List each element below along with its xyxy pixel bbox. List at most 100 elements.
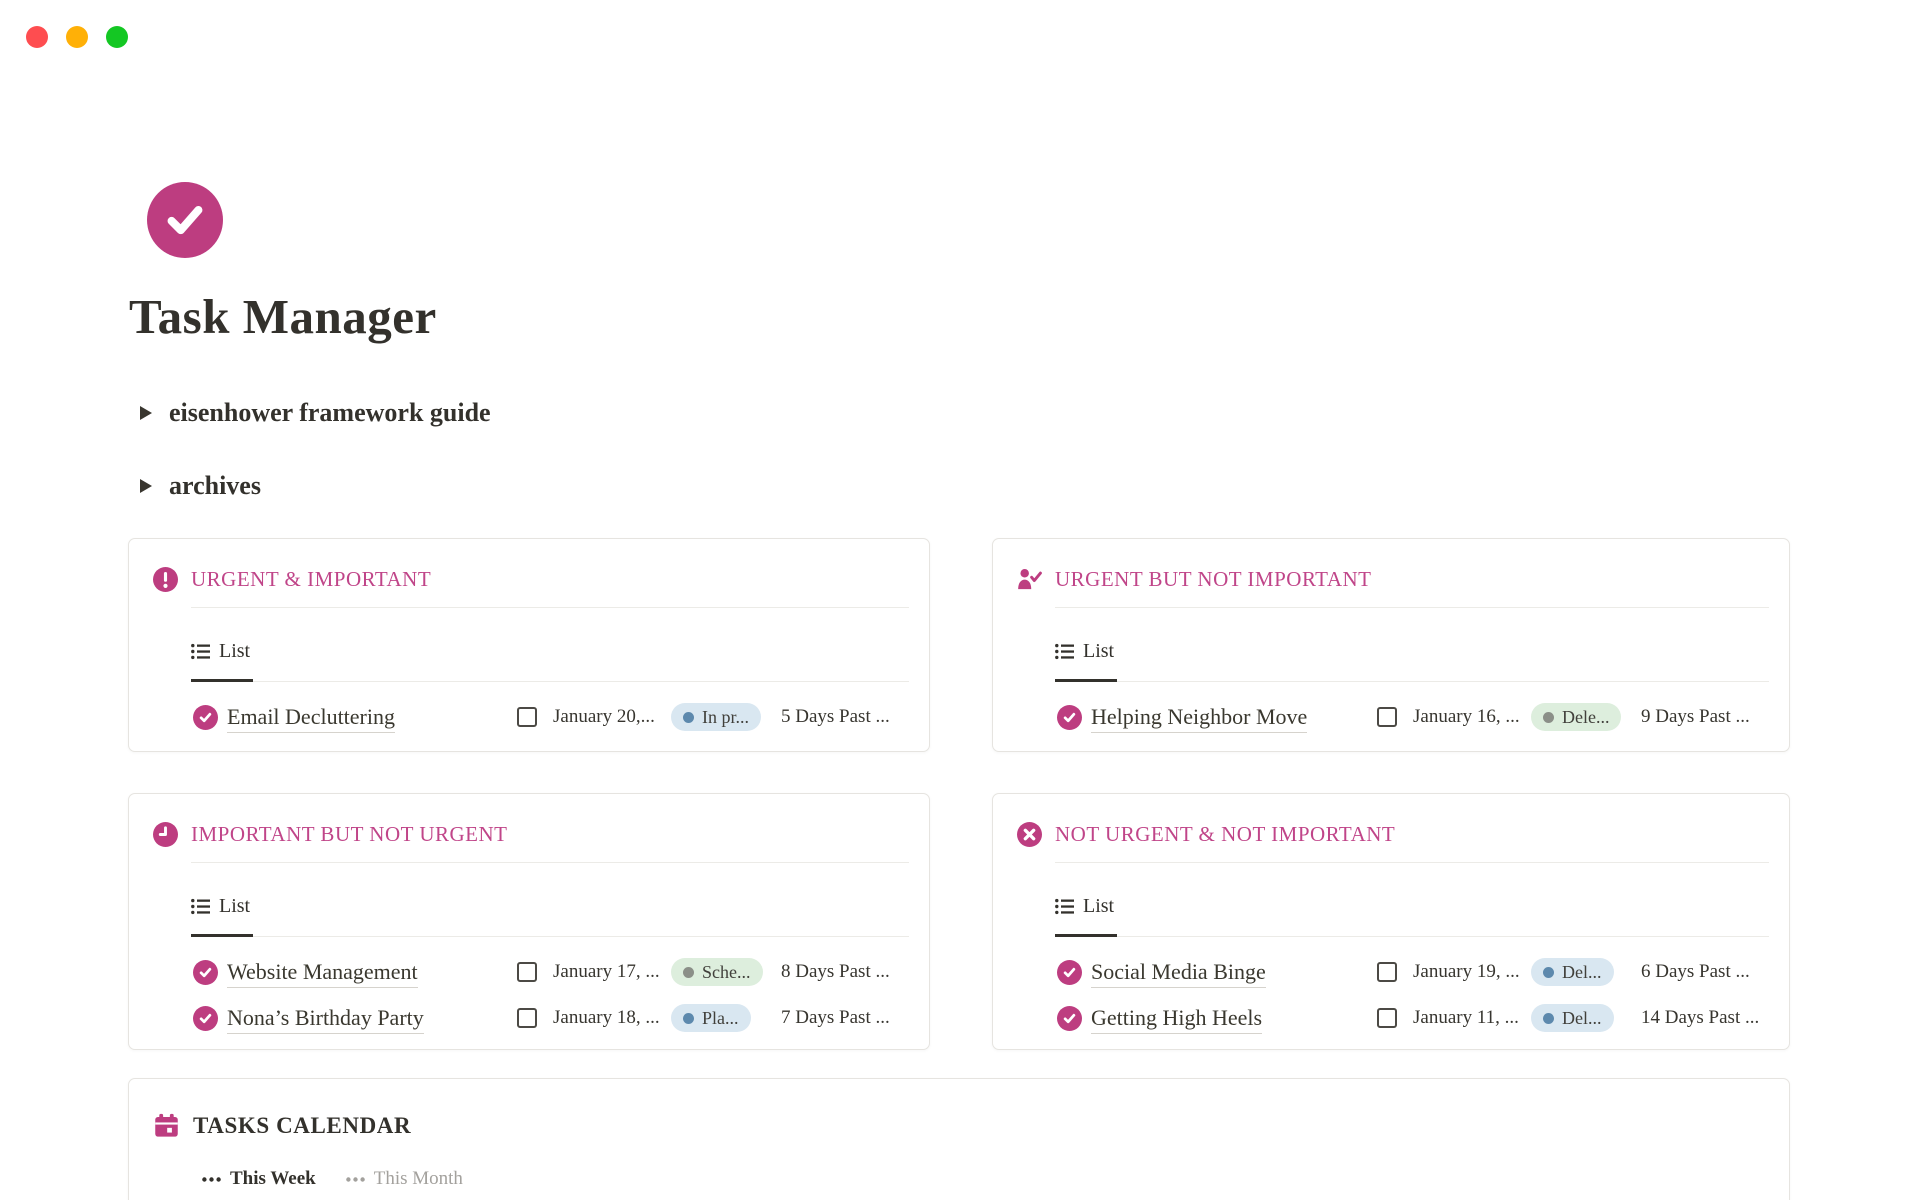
task-link[interactable]: Helping Neighbor Move [1091,704,1307,733]
tab-label: List [219,895,250,918]
task-page-check-icon [1057,960,1082,985]
task-page-check-icon [1057,705,1082,730]
list-view-icon [191,643,210,660]
task-link[interactable]: Website Management [227,959,418,988]
done-checkbox[interactable] [517,707,537,727]
status-dot-icon [1543,712,1554,723]
tab-label: List [1083,640,1114,663]
task-page-check-icon [193,960,218,985]
task-due-date: January 19, ... [1413,961,1531,983]
status-badge[interactable]: Dele... [1531,703,1621,731]
user-check-icon [1017,567,1042,592]
close-window-button[interactable] [26,26,48,48]
status-badge[interactable]: Del... [1531,1004,1614,1032]
list-view-icon [191,898,210,915]
tab-this-month[interactable]: This Month [346,1168,463,1190]
status-dot-icon [1543,1013,1554,1024]
task-row: Helping Neighbor Move January 16, ... De… [1057,694,1769,740]
tab-label: This Week [230,1168,316,1190]
quadrant-header: URGENT BUT NOT IMPORTANT [1017,564,1769,594]
eisenhower-matrix-grid: URGENT & IMPORTANT List Email Declutteri… [128,538,1790,1050]
toggle-eisenhower-guide[interactable]: eisenhower framework guide [140,396,491,430]
task-row: Nona’s Birthday Party January 18, ... Pl… [193,995,909,1041]
tab-list-view[interactable]: List [191,608,253,682]
status-label: In pr... [702,707,749,728]
minimize-window-button[interactable] [66,26,88,48]
quadrant-card-urgent-not-important: URGENT BUT NOT IMPORTANT List Helping Ne… [992,538,1790,752]
task-row: Social Media Binge January 19, ... Del..… [1057,949,1769,995]
calendar-view-tabs: This Week This Month [202,1168,1769,1190]
calendar-header: TASKS CALENDAR [153,1110,1769,1142]
chevron-right-icon [140,406,152,420]
chevron-right-icon [140,479,152,493]
status-badge[interactable]: Sche... [671,958,763,986]
toggle-archives[interactable]: archives [140,469,261,503]
task-link[interactable]: Getting High Heels [1091,1005,1262,1034]
calendar-title: TASKS CALENDAR [193,1113,411,1139]
quadrant-card-urgent-important: URGENT & IMPORTANT List Email Declutteri… [128,538,930,752]
task-due-date: January 16, ... [1413,706,1531,728]
tab-list-view[interactable]: List [191,863,253,937]
status-badge[interactable]: Del... [1531,958,1614,986]
toggle-label: archives [169,471,261,501]
quadrant-header: NOT URGENT & NOT IMPORTANT [1017,819,1769,849]
tab-list-view[interactable]: List [1055,863,1117,937]
toggle-label: eisenhower framework guide [169,398,491,428]
status-label: Pla... [702,1008,739,1029]
days-past-due: 7 Days Past ... [781,1007,909,1029]
status-dot-icon [683,712,694,723]
task-due-date: January 18, ... [553,1007,671,1029]
days-past-due: 6 Days Past ... [1641,961,1769,983]
x-circle-icon [1017,822,1042,847]
task-row: Website Management January 17, ... Sche.… [193,949,909,995]
days-past-due: 14 Days Past ... [1641,1007,1769,1029]
task-due-date: January 20,... [553,706,671,728]
status-dot-icon [683,967,694,978]
tab-label: This Month [374,1168,463,1190]
view-tab-strip: List [191,863,909,937]
days-past-due: 9 Days Past ... [1641,706,1769,728]
quadrant-header: URGENT & IMPORTANT [153,564,909,594]
list-view-icon [1055,643,1074,660]
tasks-calendar-card: TASKS CALENDAR This Week This Month [128,1078,1790,1200]
status-badge[interactable]: In pr... [671,703,761,731]
status-label: Del... [1562,1008,1602,1029]
window-controls [26,26,128,48]
status-dot-icon [1543,967,1554,978]
view-tab-strip: List [1055,608,1769,682]
view-tab-strip: List [191,608,909,682]
tab-label: List [1083,895,1114,918]
task-due-date: January 17, ... [553,961,671,983]
status-label: Sche... [702,962,751,983]
quadrant-card-important-not-urgent: IMPORTANT BUT NOT URGENT List Website Ma… [128,793,930,1050]
done-checkbox[interactable] [1377,1008,1397,1028]
task-page-check-icon [193,705,218,730]
done-checkbox[interactable] [517,1008,537,1028]
task-row: Email Decluttering January 20,... In pr.… [193,694,909,740]
quadrant-header: IMPORTANT BUT NOT URGENT [153,819,909,849]
tab-label: List [219,640,250,663]
status-label: Dele... [1562,707,1609,728]
status-badge[interactable]: Pla... [671,1004,751,1032]
done-checkbox[interactable] [1377,962,1397,982]
tab-this-week[interactable]: This Week [202,1168,316,1190]
tab-list-view[interactable]: List [1055,608,1117,682]
checkmark-icon [162,197,208,243]
task-list: Helping Neighbor Move January 16, ... De… [1057,694,1769,740]
task-link[interactable]: Social Media Binge [1091,959,1266,988]
done-checkbox[interactable] [1377,707,1397,727]
list-view-icon [1055,898,1074,915]
task-link[interactable]: Email Decluttering [227,704,395,733]
task-list: Email Decluttering January 20,... In pr.… [193,694,909,740]
task-page-check-icon [193,1006,218,1031]
page-title: Task Manager [129,288,437,345]
alert-circle-icon [153,567,178,592]
view-tab-strip: List [1055,863,1769,937]
task-link[interactable]: Nona’s Birthday Party [227,1005,424,1034]
zoom-window-button[interactable] [106,26,128,48]
quadrant-title: IMPORTANT BUT NOT URGENT [191,822,508,847]
page-check-icon[interactable] [147,182,223,258]
quadrant-title: URGENT & IMPORTANT [191,567,431,592]
quadrant-title: URGENT BUT NOT IMPORTANT [1055,567,1372,592]
done-checkbox[interactable] [517,962,537,982]
